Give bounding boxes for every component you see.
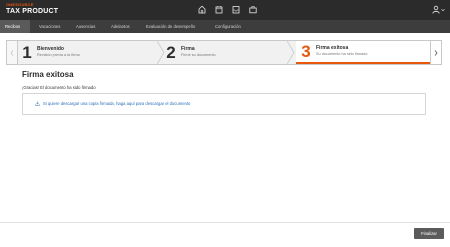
step-divider — [157, 41, 165, 64]
inbox-icon[interactable] — [232, 5, 240, 14]
nav-item-evaluacion[interactable]: Evaluación de desempeño — [141, 20, 200, 33]
nav-item-adelantos[interactable]: Adelantos — [106, 20, 135, 33]
user-menu[interactable] — [432, 5, 445, 14]
nav-item-recibos[interactable]: Recibos — [0, 20, 30, 33]
step-description: Su documento ha sido firmado — [316, 52, 368, 57]
download-link-label: Si quiere descargar una copia firmada, h… — [43, 101, 191, 106]
download-document-link[interactable]: Si quiere descargar una copia firmada, h… — [35, 101, 190, 106]
brand-top-label: ONESOURCE — [6, 2, 34, 7]
chevron-left-icon — [10, 49, 14, 56]
stepper-prev-button[interactable] — [7, 41, 18, 64]
chevron-down-icon — [441, 8, 445, 11]
signature-stepper: 1 Bienvenido Revisión previa a la firma … — [6, 40, 442, 65]
top-icon-group — [198, 5, 257, 14]
stepper-next-button[interactable] — [430, 41, 441, 64]
nav-item-ausencias[interactable]: Ausencias — [71, 20, 100, 33]
user-icon — [432, 5, 440, 14]
calendar-icon[interactable] — [215, 5, 223, 14]
briefcase-icon[interactable] — [249, 5, 257, 14]
step-number: 1 — [22, 43, 32, 62]
main-nav: Recibos Vacaciones Ausencias Adelantos E… — [0, 20, 450, 33]
top-header: ONESOURCE TAX PRODUCT — [0, 0, 450, 20]
step-description: Revisión previa a la firma — [37, 53, 80, 58]
success-message: ¡Gracias! El documento ha sido firmado — [22, 85, 96, 90]
brand-logo[interactable]: ONESOURCE TAX PRODUCT — [6, 2, 59, 16]
home-icon[interactable] — [198, 5, 206, 14]
page-title: Firma exitosa — [22, 70, 74, 79]
step-divider — [287, 41, 295, 64]
download-icon — [35, 101, 40, 106]
step-bienvenido: 1 Bienvenido Revisión previa a la firma — [21, 41, 161, 64]
nav-item-configuracion[interactable]: Configuración — [210, 20, 246, 33]
step-firma-exitosa: 3 Firma exitosa Su documento ha sido fir… — [296, 41, 430, 64]
brand-main-label: TAX PRODUCT — [6, 8, 59, 15]
footer-divider — [0, 222, 450, 223]
download-panel: Si quiere descargar una copia firmada, h… — [22, 93, 426, 115]
step-number: 2 — [166, 43, 176, 62]
step-firma: 2 Firma Firme su documento — [165, 41, 291, 64]
chevron-right-icon — [434, 49, 438, 56]
nav-item-vacaciones[interactable]: Vacaciones — [34, 20, 65, 33]
step-description: Firme su documento — [181, 53, 216, 58]
finish-button[interactable]: Finalizar — [414, 228, 444, 239]
step-number: 3 — [301, 42, 311, 61]
